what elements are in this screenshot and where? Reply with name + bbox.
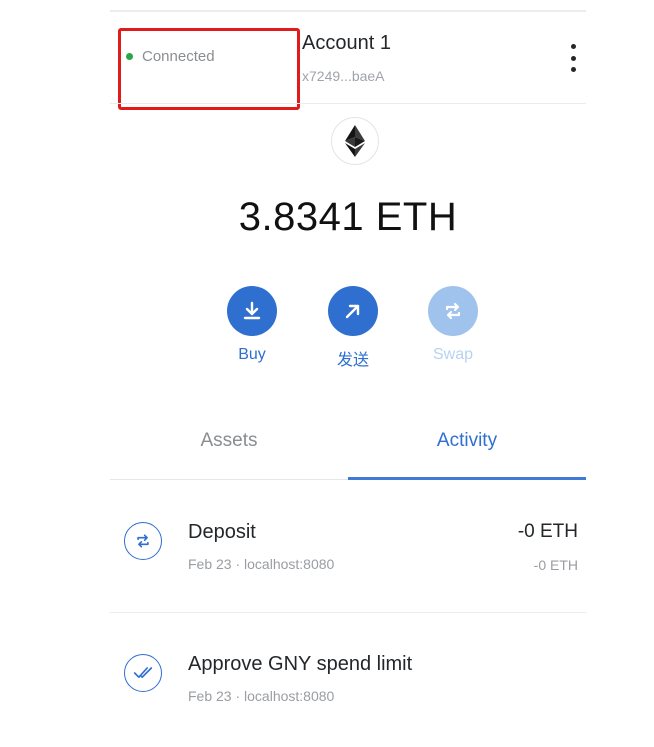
header-divider (110, 103, 586, 104)
list-item[interactable]: Deposit Feb 23 · localhost:8080 -0 ETH -… (110, 505, 586, 615)
buy-label: Buy (238, 346, 266, 363)
arrow-up-right-icon (328, 286, 378, 336)
approve-icon (124, 654, 162, 692)
tab-assets[interactable]: Assets (110, 418, 348, 480)
highlight-annotation-box (118, 28, 300, 110)
activity-subtitle: Feb 23 · localhost:8080 (188, 556, 335, 572)
account-options-icon[interactable] (565, 44, 581, 72)
activity-title: Approve GNY spend limit (188, 653, 413, 675)
send-button[interactable]: 发送 (318, 286, 388, 370)
list-divider (110, 612, 586, 613)
swap-icon (124, 522, 162, 560)
swap-label: Swap (432, 346, 474, 363)
top-divider (110, 10, 586, 12)
account-name[interactable]: Account 1 (302, 32, 391, 55)
ethereum-logo-icon (331, 117, 379, 165)
list-item[interactable]: Approve GNY spend limit Feb 23 · localho… (110, 637, 586, 747)
swap-icon (428, 286, 478, 336)
buy-button[interactable]: Buy (217, 286, 287, 364)
download-icon (227, 286, 277, 336)
activity-amount-secondary: -0 ETH (533, 557, 578, 573)
activity-title: Deposit (188, 521, 256, 543)
wallet-panel: Connected Account 1 x7249...baeA 3.8341 … (110, 0, 586, 719)
activity-amount: -0 ETH (517, 521, 578, 542)
active-tab-indicator (348, 477, 586, 480)
swap-button[interactable]: Swap (418, 286, 488, 364)
send-label: 发送 (336, 352, 369, 369)
account-address[interactable]: x7249...baeA (302, 68, 385, 84)
balance-amount: 3.8341 ETH (238, 195, 458, 239)
activity-subtitle: Feb 23 · localhost:8080 (188, 688, 335, 704)
tab-activity[interactable]: Activity (348, 418, 586, 480)
